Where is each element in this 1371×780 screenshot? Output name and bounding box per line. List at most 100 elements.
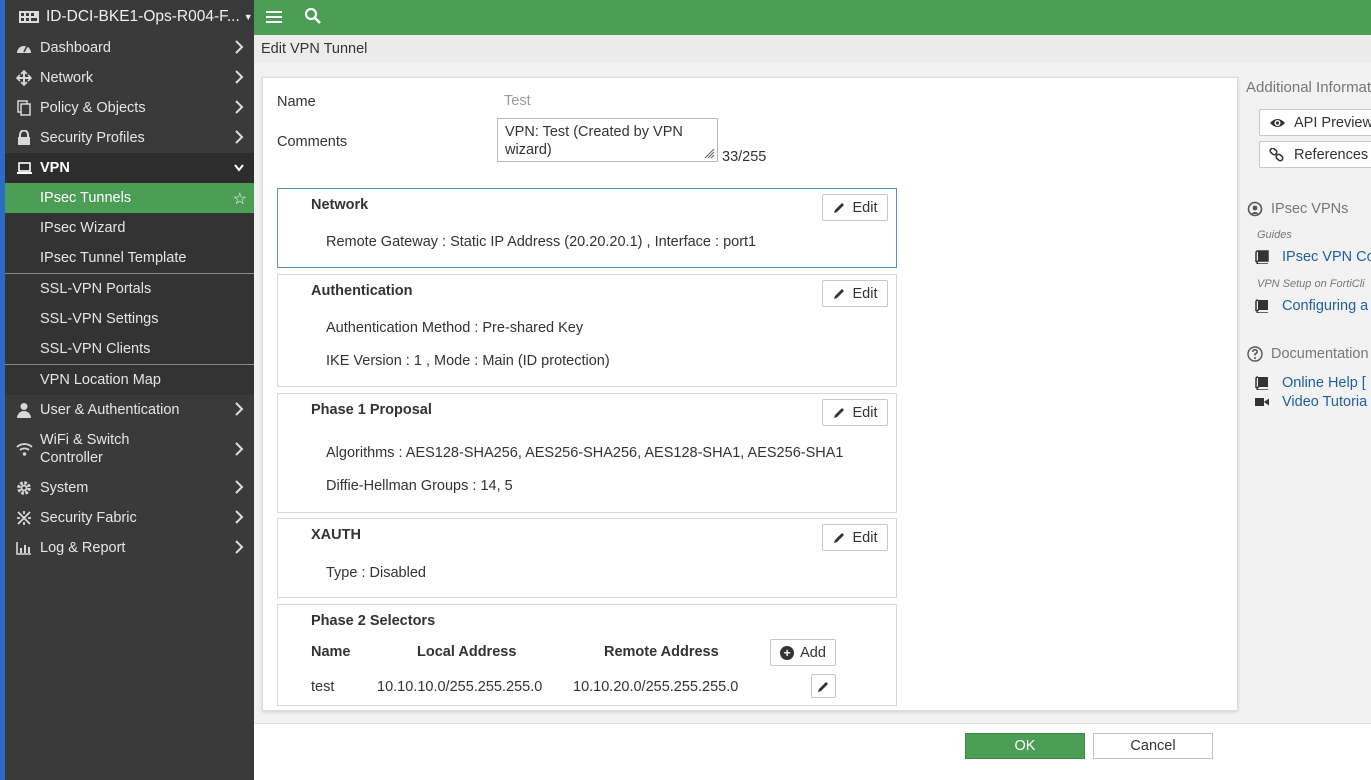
eye-icon	[1270, 118, 1285, 127]
chevron-right-icon	[235, 40, 244, 54]
sidebar-item-wifi-switch[interactable]: WiFi & Switch Controller	[5, 425, 254, 473]
sidebar-item-vpn[interactable]: VPN	[5, 153, 254, 183]
dialog-footer: OK Cancel	[254, 723, 1371, 780]
video-camera-icon	[1255, 398, 1269, 406]
sidebar-item-security-profiles[interactable]: Security Profiles	[5, 123, 254, 153]
selector-remote-address-cell: 10.10.20.0/255.255.255.0	[573, 679, 739, 695]
chevron-right-icon	[235, 510, 244, 524]
sidebar-item-label: Policy & Objects	[40, 100, 146, 116]
video-tutorials-link[interactable]: Video Tutoria	[1255, 394, 1367, 410]
star-icon[interactable]: ☆	[233, 189, 247, 209]
sidebar-item-label: SSL-VPN Clients	[40, 341, 151, 357]
api-preview-button[interactable]: API Preview	[1259, 109, 1371, 136]
caret-down-icon: ▼	[243, 11, 253, 22]
comments-label: Comments	[277, 134, 348, 150]
references-button[interactable]: References	[1259, 141, 1371, 168]
sidebar-item-system[interactable]: System	[5, 473, 254, 503]
comments-textarea[interactable]: VPN: Test (Created by VPN wizard)	[497, 118, 718, 162]
chevron-right-icon	[235, 100, 244, 114]
phase1-dh-groups: Diffie-Hellman Groups : 14, 5	[326, 478, 513, 494]
phase1-card[interactable]: Phase 1 Proposal Edit Algorithms : AES12…	[277, 393, 897, 513]
authentication-card[interactable]: Authentication Edit Authentication Metho…	[277, 274, 897, 387]
column-header-local-address[interactable]: Local Address	[417, 644, 516, 660]
device-name: ID-DCI-BKE1-Ops-R004-F...	[46, 7, 240, 25]
sidebar-item-network[interactable]: Network	[5, 63, 254, 93]
network-edit-button[interactable]: Edit	[822, 194, 888, 221]
page-title: Edit VPN Tunnel	[261, 41, 368, 57]
guide-link[interactable]: IPsec VPN Co	[1255, 249, 1371, 265]
sidebar-item-label: VPN	[40, 160, 70, 176]
column-header-name[interactable]: Name	[311, 644, 351, 660]
selector-local-address-cell: 10.10.10.0/255.255.255.0	[377, 679, 543, 695]
xauth-title: XAUTH	[311, 527, 361, 543]
phase2-add-button[interactable]: + Add	[770, 639, 836, 666]
ipsec-vpns-heading: IPsec VPNs	[1271, 201, 1349, 217]
pencil-icon	[818, 681, 828, 692]
device-icon	[19, 9, 39, 25]
laptop-icon	[15, 160, 33, 176]
chevron-right-icon	[235, 540, 244, 554]
sidebar-item-label: IPsec Wizard	[40, 220, 126, 236]
book-icon	[1255, 299, 1268, 313]
online-help-link[interactable]: Online Help [	[1255, 375, 1366, 391]
edit-button-label: Edit	[852, 199, 878, 216]
sidebar-item-ssl-vpn-settings[interactable]: SSL-VPN Settings	[5, 304, 254, 334]
video-tutorials-label: Video Tutoria	[1282, 394, 1368, 410]
authentication-edit-button[interactable]: Edit	[822, 280, 888, 307]
search-icon[interactable]	[304, 7, 322, 25]
device-selector[interactable]: ID-DCI-BKE1-Ops-R004-F... ▼	[5, 0, 254, 33]
cancel-button-label: Cancel	[1130, 738, 1176, 754]
sidebar-item-label: IPsec Tunnels	[40, 190, 132, 206]
top-bar	[254, 0, 1371, 35]
hamburger-menu-icon[interactable]	[266, 8, 282, 26]
edit-button-label: Edit	[852, 529, 878, 546]
comments-char-count: 33/255	[722, 149, 767, 165]
sidebar-item-label: SSL-VPN Settings	[40, 311, 159, 327]
column-header-remote-address[interactable]: Remote Address	[604, 644, 719, 660]
name-label: Name	[277, 94, 316, 110]
phase1-edit-button[interactable]: Edit	[822, 399, 888, 426]
sidebar-item-label: Network	[40, 70, 94, 86]
vpn-setup-label: VPN Setup on FortiCli	[1257, 278, 1365, 290]
xauth-card[interactable]: XAUTH Edit Type : Disabled	[277, 518, 897, 598]
selector-edit-button[interactable]	[811, 674, 836, 698]
chart-icon	[15, 540, 33, 556]
guides-label: Guides	[1257, 229, 1292, 241]
sidebar-item-ssl-vpn-clients[interactable]: SSL-VPN Clients	[5, 334, 254, 364]
network-card[interactable]: Network Edit Remote Gateway : Static IP …	[277, 188, 897, 268]
authentication-title: Authentication	[311, 283, 413, 299]
gear-icon	[15, 480, 33, 496]
online-help-label: Online Help [	[1282, 375, 1366, 391]
sidebar-item-log-report[interactable]: Log & Report	[5, 533, 254, 563]
ok-button[interactable]: OK	[965, 733, 1085, 759]
sidebar-item-user-authentication[interactable]: User & Authentication	[5, 395, 254, 425]
sidebar-item-ssl-vpn-portals[interactable]: SSL-VPN Portals	[5, 274, 254, 304]
api-preview-label: API Preview	[1294, 114, 1371, 131]
sidebar-item-ipsec-tunnel-template[interactable]: IPsec Tunnel Template	[5, 243, 254, 273]
resize-handle-icon[interactable]	[704, 148, 715, 159]
ike-version: IKE Version : 1 , Mode : Main (ID protec…	[326, 353, 610, 369]
dashboard-icon	[15, 40, 33, 56]
sidebar-item-label: System	[40, 480, 89, 496]
chevron-right-icon	[235, 130, 244, 144]
cancel-button[interactable]: Cancel	[1093, 733, 1213, 759]
chevron-right-icon	[235, 402, 244, 416]
chevron-right-icon	[235, 480, 244, 494]
fabric-icon	[15, 510, 33, 526]
network-icon	[15, 70, 33, 86]
sidebar-item-label: Security Profiles	[40, 130, 145, 146]
phase2-card: Phase 2 Selectors Name Local Address Rem…	[277, 604, 897, 706]
sidebar-item-security-fabric[interactable]: Security Fabric	[5, 503, 254, 533]
xauth-edit-button[interactable]: Edit	[822, 524, 888, 551]
sidebar-item-ipsec-tunnels[interactable]: IPsec Tunnels ☆	[5, 183, 254, 213]
book-icon	[1255, 250, 1269, 264]
sidebar-item-vpn-location-map[interactable]: VPN Location Map	[5, 365, 254, 395]
setup-link[interactable]: Configuring a	[1255, 298, 1368, 314]
phase1-title: Phase 1 Proposal	[311, 402, 432, 418]
sidebar-item-policy-objects[interactable]: Policy & Objects	[5, 93, 254, 123]
sidebar-item-label: Log & Report	[40, 540, 126, 556]
setup-link-label: Configuring a	[1282, 298, 1369, 314]
sidebar-item-dashboard[interactable]: Dashboard	[5, 33, 254, 63]
link-icon	[1269, 147, 1284, 161]
sidebar-item-ipsec-wizard[interactable]: IPsec Wizard	[5, 213, 254, 243]
